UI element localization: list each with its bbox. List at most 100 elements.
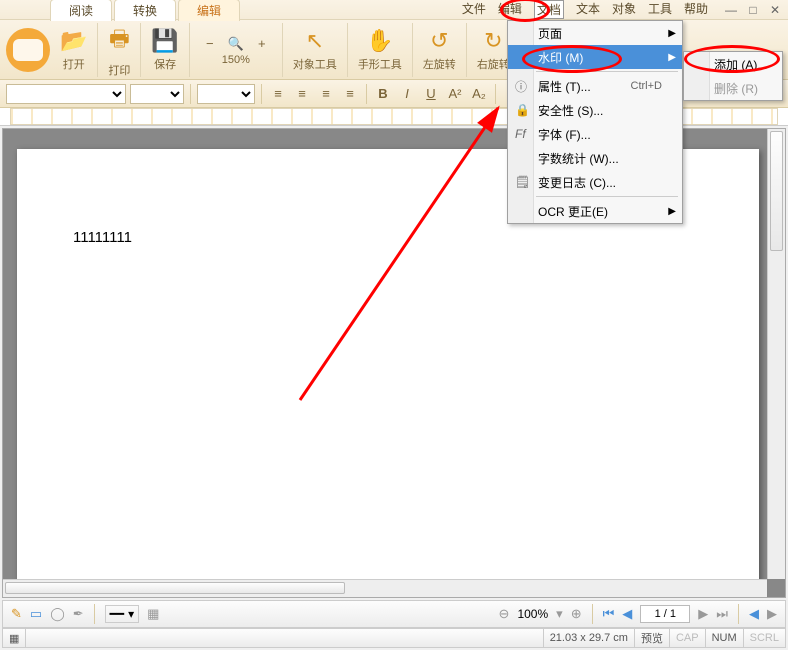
menu-item-label: 删除 (R) xyxy=(714,80,758,97)
open-button[interactable]: 📂打开 xyxy=(50,23,98,77)
zoom-in-button[interactable]: ⊕ xyxy=(571,606,582,622)
menu-item-page[interactable]: 页面 ▶ xyxy=(508,21,682,45)
status-dimensions: 21.03 x 29.7 cm xyxy=(543,629,634,647)
save-icon: 💾 xyxy=(151,28,178,54)
menu-item-label: 变更日志 (C)... xyxy=(538,174,616,191)
vertical-scroll-thumb[interactable] xyxy=(770,131,783,251)
superscript-button[interactable]: A² xyxy=(445,84,465,104)
printer-icon: 🖶 xyxy=(109,22,130,60)
align-center-button[interactable]: ≡ xyxy=(292,84,312,104)
menu-separator xyxy=(536,71,678,72)
shape-tool-button[interactable]: ▭ xyxy=(30,606,42,622)
watermark-submenu: 添加 (A)... 删除 (R) xyxy=(683,51,783,101)
menu-item-label: 添加 (A)... xyxy=(714,56,767,73)
maximize-button[interactable]: □ xyxy=(746,3,760,17)
close-button[interactable]: ✕ xyxy=(768,3,782,17)
hand-tool-label: 手形工具 xyxy=(358,56,402,72)
menu-text[interactable]: 文本 xyxy=(576,0,600,19)
status-message xyxy=(26,629,542,647)
rotate-left-button[interactable]: ↺左旋转 xyxy=(413,23,467,77)
menu-item-fonts[interactable]: Ff字体 (F)... xyxy=(508,122,682,146)
save-label: 保存 xyxy=(154,56,176,72)
document-text[interactable]: 11111111 xyxy=(73,229,132,246)
separator xyxy=(592,604,593,624)
nav-back-button[interactable]: ◀ xyxy=(749,606,759,622)
edit-tool-button[interactable]: ✎ xyxy=(11,606,22,622)
submenu-arrow-icon: ▶ xyxy=(668,28,676,39)
zoom-out-icon[interactable]: − xyxy=(200,34,220,54)
font-family-combo[interactable] xyxy=(6,84,126,104)
submenu-arrow-icon: ▶ xyxy=(668,206,676,217)
separator xyxy=(495,84,496,104)
zoom-label: 150% xyxy=(222,54,250,66)
style-combo[interactable] xyxy=(197,84,255,104)
menu-item-wordcount[interactable]: 字数统计 (W)... xyxy=(508,146,682,170)
cursor-icon: ↖ xyxy=(306,28,324,54)
menu-item-ocr[interactable]: OCR 更正(E)▶ xyxy=(508,199,682,223)
menu-item-label: 安全性 (S)... xyxy=(538,102,603,119)
zoom-group[interactable]: −🔍 + 150% xyxy=(190,23,283,77)
vertical-scrollbar[interactable] xyxy=(767,129,785,579)
menu-item-security[interactable]: 🔒 安全性 (S)... xyxy=(508,98,682,122)
font-size-combo[interactable] xyxy=(130,84,184,104)
font-icon: Ff xyxy=(515,127,526,141)
menu-tools[interactable]: 工具 xyxy=(648,0,672,19)
lock-icon: 🔒 xyxy=(515,103,530,117)
save-button[interactable]: 💾 保存 xyxy=(141,23,189,77)
print-button[interactable]: 🖶打印 xyxy=(98,23,141,77)
menu-item-watermark[interactable]: 水印 (M)▶ xyxy=(508,45,682,69)
menu-item-properties[interactable]: ⓘ属性 (T)...Ctrl+D xyxy=(508,74,682,98)
menu-help[interactable]: 帮助 xyxy=(684,0,708,19)
zoom-reset-icon[interactable]: 🔍 xyxy=(226,34,246,54)
bold-button[interactable]: B xyxy=(373,84,393,104)
object-tool-button[interactable]: ↖对象工具 xyxy=(283,23,348,77)
status-mode: 预览 xyxy=(634,629,669,647)
document-dropdown: 页面 ▶ 水印 (M)▶ ⓘ属性 (T)...Ctrl+D 🔒 安全性 (S)...… xyxy=(507,20,683,224)
menu-item-label: 页面 xyxy=(538,25,562,42)
zoom-in-icon[interactable]: + xyxy=(252,34,272,54)
mode-tabs: 阅读 转换 编辑 xyxy=(50,0,242,21)
align-left-button[interactable]: ≡ xyxy=(268,84,288,104)
underline-button[interactable]: U xyxy=(421,84,441,104)
menu-item-changelog[interactable]: 🗒 变更日志 (C)... xyxy=(508,170,682,194)
menu-item-label: 属性 (T)... xyxy=(538,78,591,95)
menu-file[interactable]: 文件 xyxy=(462,0,486,19)
ellipse-tool-button[interactable]: ◯ xyxy=(50,606,65,622)
separator xyxy=(94,604,95,624)
horizontal-scrollbar[interactable] xyxy=(3,579,767,597)
next-page-button[interactable]: ▶ xyxy=(698,606,708,622)
menu-document[interactable]: 文档 xyxy=(534,0,564,19)
subscript-button[interactable]: A₂ xyxy=(469,84,489,104)
prev-page-button[interactable]: ◀ xyxy=(622,606,632,622)
table-tool-button[interactable]: ▦ xyxy=(147,606,159,622)
window-controls: — □ ✕ xyxy=(724,3,782,17)
line-style-select[interactable]: ━━▾ xyxy=(105,605,139,623)
tab-edit[interactable]: 编辑 xyxy=(178,0,240,21)
tab-convert[interactable]: 转换 xyxy=(114,0,176,21)
submenu-item-add[interactable]: 添加 (A)... xyxy=(684,52,782,76)
menu-edit[interactable]: 编辑 xyxy=(498,0,522,19)
changelog-icon: 🗒 xyxy=(515,175,530,189)
zoom-out-button[interactable]: ⊖ xyxy=(499,606,510,622)
app-logo[interactable] xyxy=(6,28,50,72)
first-page-button[interactable]: ⏮ xyxy=(603,606,615,622)
last-page-button[interactable]: ⏭ xyxy=(716,606,728,622)
align-right-button[interactable]: ≡ xyxy=(316,84,336,104)
align-justify-button[interactable]: ≡ xyxy=(340,84,360,104)
page-number-input[interactable] xyxy=(640,605,690,623)
minimize-button[interactable]: — xyxy=(724,3,738,17)
status-scrl: SCRL xyxy=(743,629,785,647)
folder-icon: 📂 xyxy=(60,28,87,54)
zoom-dropdown-button[interactable]: ▾ xyxy=(556,606,563,622)
hand-tool-button[interactable]: ✋ 手形工具 xyxy=(348,23,413,77)
italic-button[interactable]: I xyxy=(397,84,417,104)
menu-item-label: 字数统计 (W)... xyxy=(538,150,619,167)
tab-read[interactable]: 阅读 xyxy=(50,0,112,21)
pen-tool-button[interactable]: ✒ xyxy=(73,606,84,622)
menu-object[interactable]: 对象 xyxy=(612,0,636,19)
horizontal-scroll-thumb[interactable] xyxy=(5,582,345,594)
nav-forward-button[interactable]: ▶ xyxy=(767,606,777,622)
hand-icon: ✋ xyxy=(366,28,393,54)
separator xyxy=(190,84,191,104)
bottom-toolbar: ✎ ▭ ◯ ✒ ━━▾ ▦ ⊖ 100% ▾ ⊕ ⏮ ◀ ▶ ⏭ ◀ ▶ xyxy=(2,600,786,628)
